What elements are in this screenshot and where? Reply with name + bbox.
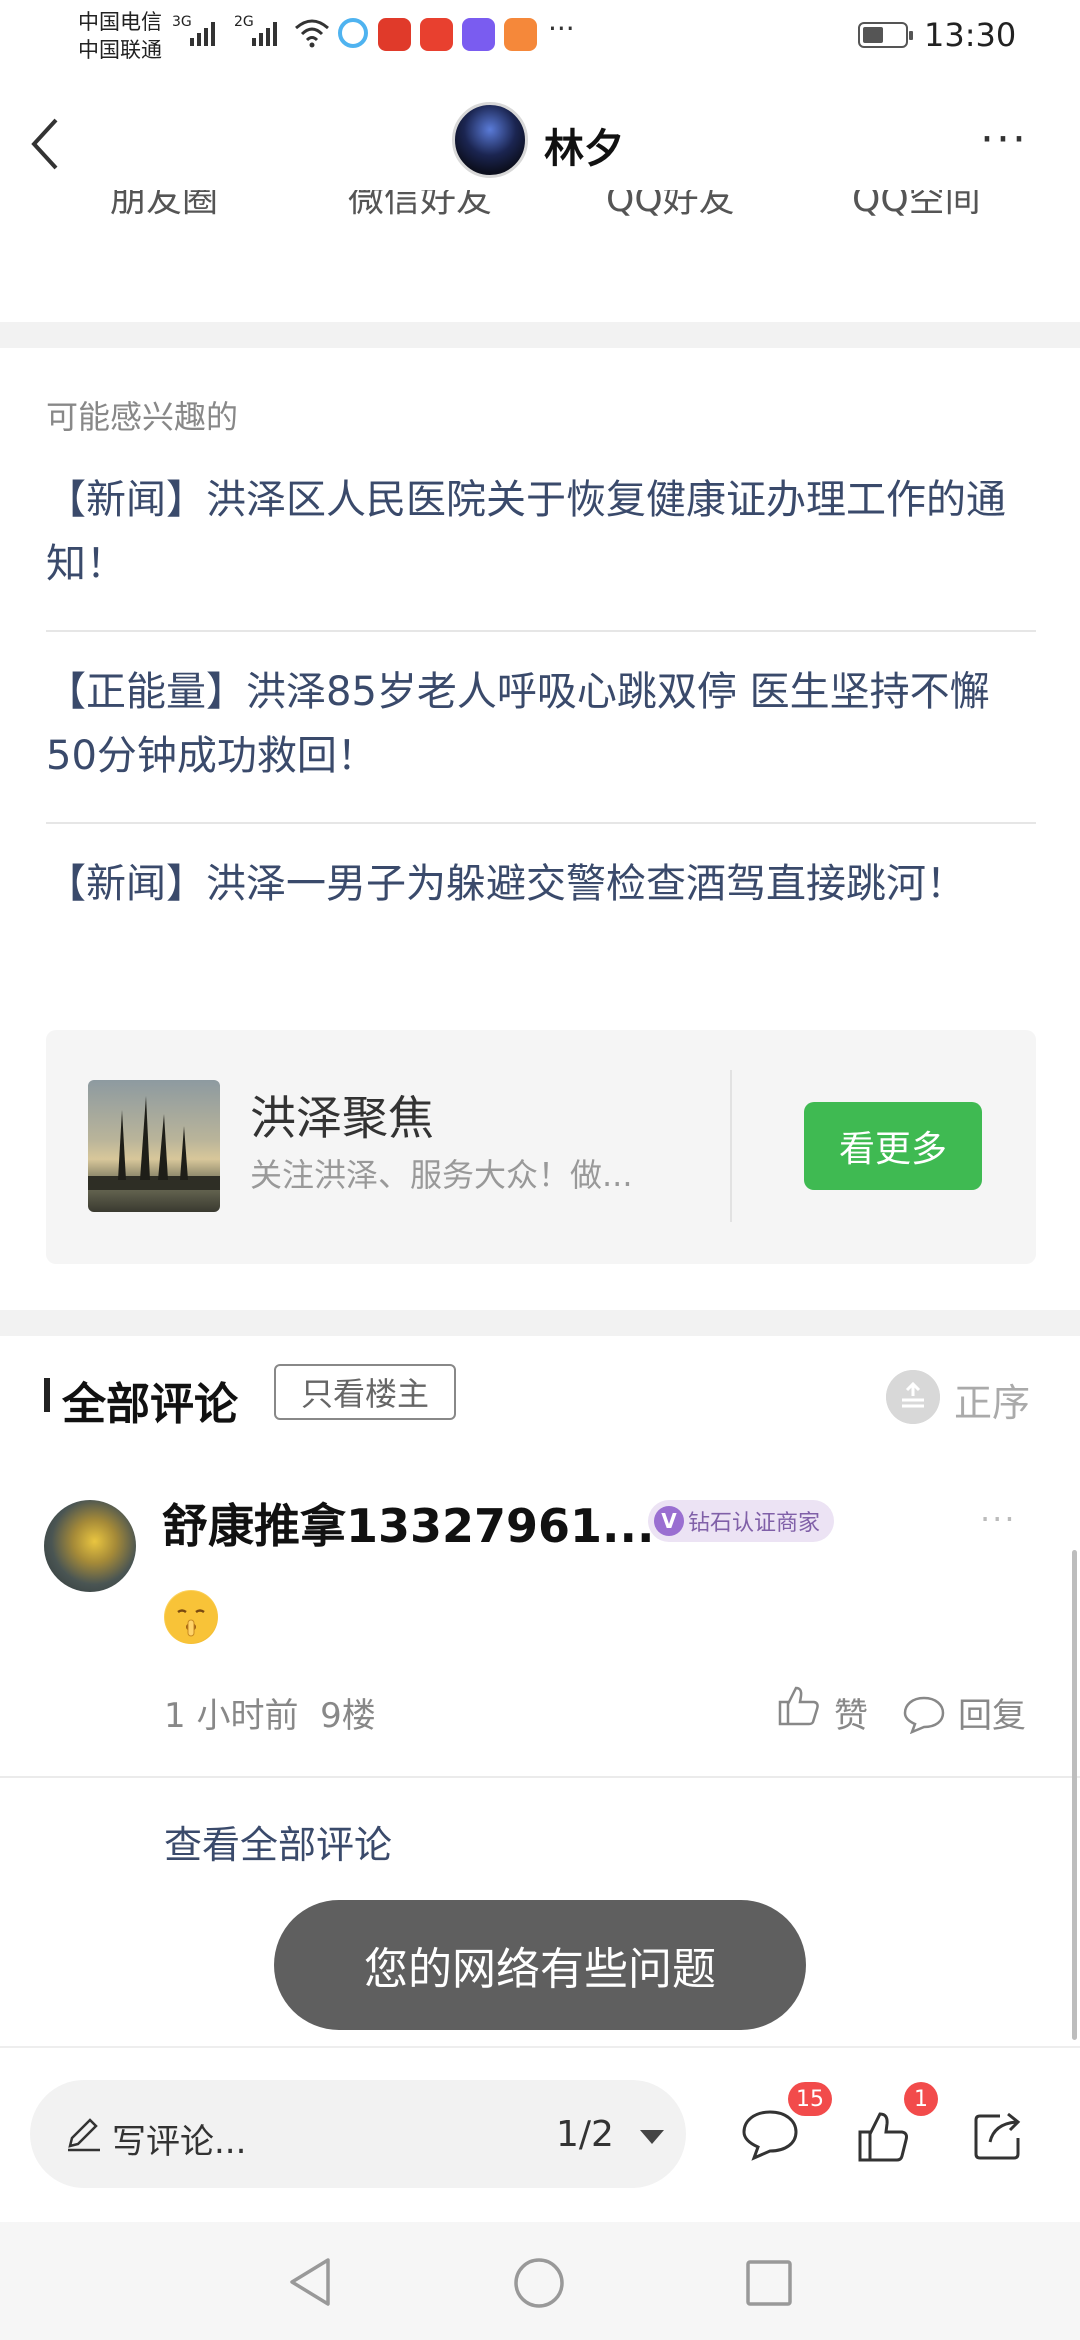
account-thumbnail [88, 1080, 220, 1212]
comments-title: 全部评论 [62, 1379, 238, 1430]
video-app-icon [462, 18, 495, 51]
network-error-toast: 您的网络有些问题 [274, 1900, 806, 2030]
verified-badge-label: 钻石认证商家 [688, 1511, 821, 1536]
network-type-1: 3G [172, 14, 192, 30]
section-divider [0, 322, 1080, 348]
chevron-down-icon[interactable] [640, 2130, 664, 2144]
comment-meta: 1 小时前 9楼 [164, 1688, 376, 1737]
camera-app-icon [378, 18, 411, 51]
clock: 13:30 [924, 16, 1017, 54]
see-more-button[interactable]: 看更多 [804, 1102, 982, 1190]
reply-label[interactable]: 回复 [958, 1688, 1026, 1737]
status-bar: 中国电信 中国联通 3G 2G ··· 13:30 [0, 0, 1080, 70]
scrollbar[interactable] [1072, 1550, 1077, 2040]
wifi-icon [295, 19, 329, 48]
nav-back-icon[interactable] [286, 2256, 336, 2308]
sort-icon[interactable] [886, 1370, 940, 1424]
like-icon[interactable] [856, 2108, 912, 2164]
account-description: 关注洪泽、服务大众！做... [250, 1156, 633, 1194]
verified-v-icon: V [654, 1506, 684, 1536]
reply-bubble-icon[interactable] [902, 1694, 946, 1734]
news-link-3[interactable]: 【新闻】洪泽一男子为躲避交警检查酒驾直接跳河！ [46, 852, 1036, 916]
thumbs-up-icon[interactable] [776, 1682, 822, 1728]
comment-placeholder: 写评论... [112, 2122, 247, 2162]
account-name: 洪泽聚焦 [250, 1091, 434, 1145]
interest-section-label: 可能感兴趣的 [46, 398, 239, 436]
comment-input[interactable]: 写评论... 1/2 [30, 2080, 686, 2188]
account-card[interactable]: 洪泽聚焦 关注洪泽、服务大众！做... 看更多 [46, 1030, 1036, 1264]
system-navigation-bar [0, 2222, 1080, 2340]
signal-2-icon [252, 20, 277, 46]
card-divider [730, 1070, 732, 1222]
comment-count-badge: 15 [788, 2082, 832, 2116]
comment-divider [0, 1776, 1080, 1778]
pencil-icon [68, 2118, 100, 2152]
page-indicator[interactable]: 1/2 [556, 2114, 614, 2155]
section-divider [0, 1310, 1080, 1336]
news-link-1[interactable]: 【新闻】洪泽区人民医院关于恢复健康证办理工作的通知！ [46, 468, 1036, 596]
commenter-name[interactable]: 舒康推拿13327961... [162, 1490, 654, 1556]
nav-recents-icon[interactable] [744, 2258, 794, 2308]
verified-badge: V 钻石认证商家 [648, 1500, 834, 1542]
bottom-action-bar: 写评论... 1/2 15 1 [0, 2046, 1080, 2222]
battery-icon [858, 22, 913, 48]
more-options-icon[interactable]: ··· [980, 118, 1028, 162]
status-overflow-icon: ··· [548, 12, 575, 45]
carrier-1: 中国电信 [78, 10, 162, 34]
nav-home-icon[interactable] [512, 2256, 566, 2310]
page-title: 林夕 [544, 126, 624, 172]
assistant-app-icon [338, 18, 368, 48]
view-all-comments-link[interactable]: 查看全部评论 [164, 1814, 392, 1869]
network-type-2: 2G [234, 14, 254, 30]
share-option-moments[interactable]: 朋友圈 [110, 190, 218, 222]
share-option-qq[interactable]: QQ好友 [606, 190, 735, 222]
owner-only-button[interactable]: 只看楼主 [274, 1364, 456, 1420]
player-app-icon [504, 18, 537, 51]
like-count-badge: 1 [904, 2082, 938, 2116]
commenter-avatar[interactable] [44, 1500, 136, 1592]
news-link-2[interactable]: 【正能量】洪泽85岁老人呼吸心跳双停 医生坚持不懈50分钟成功救回！ [46, 660, 1036, 788]
author-avatar[interactable] [452, 102, 528, 178]
carrier-names: 中国电信 中国联通 [78, 8, 162, 64]
comment-more-icon[interactable]: ··· [980, 1500, 1017, 1538]
shush-emoji-icon [164, 1590, 218, 1644]
like-label[interactable]: 赞 [834, 1688, 868, 1737]
section-marker [44, 1378, 50, 1412]
comments-icon[interactable] [740, 2108, 800, 2162]
carrier-2: 中国联通 [78, 38, 162, 62]
share-icon[interactable] [970, 2108, 1026, 2164]
news-divider [46, 630, 1036, 632]
share-option-wechat[interactable]: 微信好友 [348, 190, 492, 222]
news-divider [46, 822, 1036, 824]
comment-time: 1 小时前 [164, 1696, 299, 1736]
game-app-icon [420, 18, 453, 51]
signal-1-icon [190, 20, 215, 46]
comment-floor: 9楼 [320, 1696, 376, 1736]
share-options-row: 朋友圈 微信好友 QQ好友 QQ空间 [0, 190, 1080, 226]
sort-label[interactable]: 正序 [954, 1372, 1030, 1427]
back-arrow-icon[interactable] [26, 114, 66, 174]
share-option-qzone[interactable]: QQ空间 [852, 190, 981, 222]
